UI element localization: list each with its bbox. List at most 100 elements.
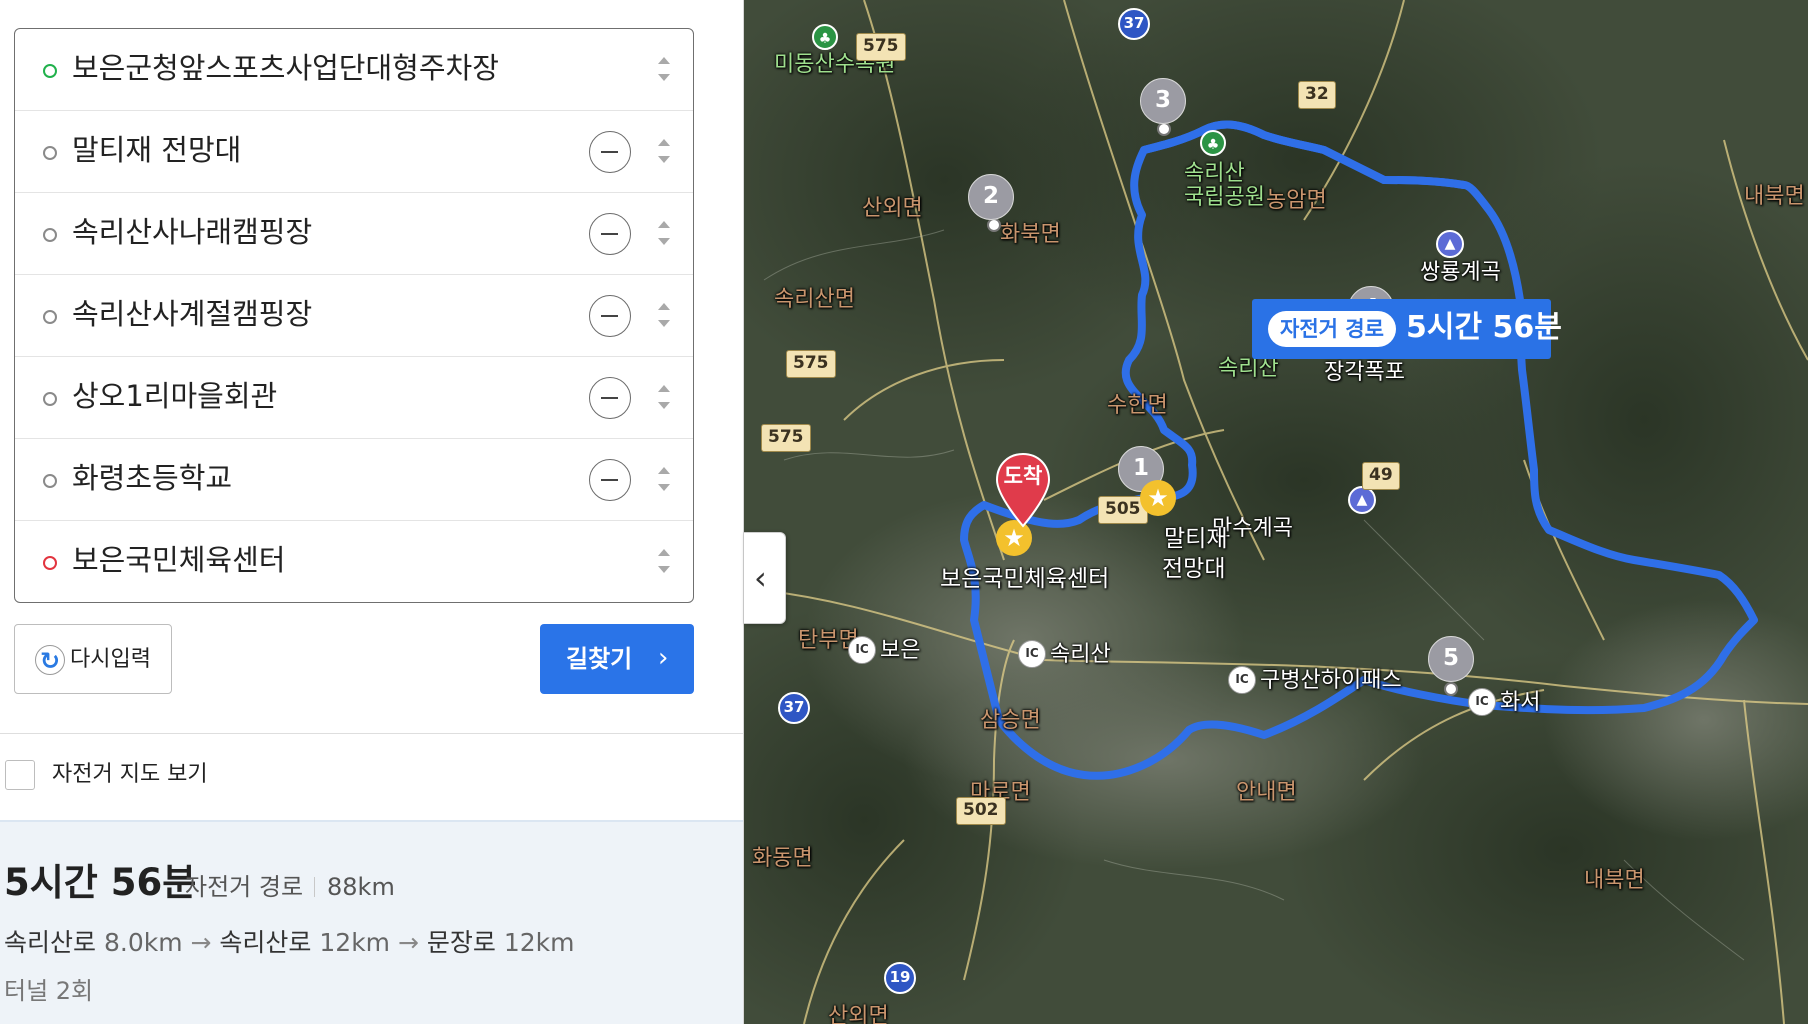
interchange-icon: IC xyxy=(1468,688,1496,716)
remove-waypoint-button[interactable] xyxy=(589,131,631,173)
waypoint-item-end[interactable]: 보은국민체육센터 xyxy=(15,521,693,602)
reorder-handle-icon[interactable] xyxy=(653,218,675,250)
waypoint-item-3[interactable]: 속리산사계절캠핑장 xyxy=(15,275,693,357)
tunnel-count: 터널 2회 xyxy=(4,977,94,1005)
waypoint-name[interactable]: 상오1리마을회관 xyxy=(72,374,277,418)
remove-waypoint-button[interactable] xyxy=(589,213,631,255)
road-name: 속리산로 xyxy=(219,928,312,957)
chevron-right-icon: › xyxy=(658,643,669,673)
route-type-pill: 자전거 경로 xyxy=(1268,311,1396,347)
area-label: 농암면 xyxy=(1266,188,1327,213)
road-shield: 575 xyxy=(761,424,811,452)
waypoint-pin-icon xyxy=(987,218,1001,232)
destination-marker[interactable]: 도착 xyxy=(995,452,1051,528)
area-label: 속리산면 xyxy=(774,287,855,312)
poi-label: 장각폭포 xyxy=(1324,360,1405,385)
waypoint-item-5[interactable]: 화령초등학교 xyxy=(15,439,693,521)
ic-label: 구병산하이패스 xyxy=(1260,668,1402,693)
ic-label: 화서 xyxy=(1500,690,1541,715)
waypoint-item-2[interactable]: 속리산사나래캠핑장 xyxy=(15,193,693,275)
bike-map-label[interactable]: 자전거 지도 보기 xyxy=(52,760,208,790)
waypoint-item-start[interactable]: 보은군청앞스포츠사업단대형주차장 xyxy=(15,29,693,111)
area-label: 내북면 xyxy=(1744,184,1805,209)
road-name: 문장로 xyxy=(426,928,496,957)
waypoint-dot-icon xyxy=(43,310,57,324)
road-sequence: 속리산로 8.0km → 속리산로 12km → 문장로 12km xyxy=(4,927,575,959)
route-summary[interactable]: 5시간 56분 자전거 경로 88km 속리산로 8.0km → 속리산로 12… xyxy=(0,820,743,1024)
remove-waypoint-button[interactable] xyxy=(589,295,631,337)
find-route-label: 길찾기 xyxy=(566,645,633,673)
valley-icon: ▲ xyxy=(1436,230,1464,258)
reorder-handle-icon[interactable] xyxy=(653,546,675,578)
area-label: 산외면 xyxy=(828,1004,889,1024)
poi-label: 속리산 xyxy=(1218,356,1279,381)
waypoint-name[interactable]: 말티재 전망대 xyxy=(72,128,241,172)
arrow-right-icon: → xyxy=(398,928,419,957)
reorder-handle-icon[interactable] xyxy=(653,382,675,414)
national-road-shield: 37 xyxy=(1118,8,1150,40)
remove-waypoint-button[interactable] xyxy=(589,459,631,501)
chevron-left-icon: ‹ xyxy=(754,559,767,597)
find-route-button[interactable]: 길찾기 › xyxy=(540,624,694,694)
refresh-icon: ↻ xyxy=(35,645,65,675)
start-dot-icon xyxy=(43,64,57,78)
waypoint-number-marker[interactable]: 5 xyxy=(1428,636,1474,682)
national-road-shield: 19 xyxy=(884,962,916,994)
route-time-badge[interactable]: 자전거 경로 5시간 56분 xyxy=(1252,299,1562,359)
road-distance: 12km xyxy=(319,928,391,957)
area-label: 산외면 xyxy=(862,196,923,221)
waypoint-number-marker[interactable]: 3 xyxy=(1140,78,1186,124)
road-shield: 32 xyxy=(1298,81,1336,109)
reorder-handle-icon[interactable] xyxy=(653,464,675,496)
poi-label: 쌍룡계곡 xyxy=(1420,260,1501,285)
road-distance: 12km xyxy=(503,928,575,957)
map-view[interactable]: 산외면 화북면 농암면 내북면 속리산면 수한면 탄부면 삼승면 마로면 안내면… xyxy=(744,0,1808,1024)
waypoint-name[interactable]: 화령초등학교 xyxy=(72,456,232,500)
poi-label: 전망대 xyxy=(1162,556,1226,582)
park-icon: ♣ xyxy=(1200,130,1226,156)
waypoint-name[interactable]: 보은군청앞스포츠사업단대형주차장 xyxy=(72,46,499,90)
poi-label: 보은국민체육센터 xyxy=(940,566,1110,592)
waypoint-name[interactable]: 속리산사나래캠핑장 xyxy=(72,210,312,254)
destination-marker-label: 도착 xyxy=(1003,464,1043,488)
ic-label: 속리산 xyxy=(1050,642,1111,667)
route-panel: 보은군청앞스포츠사업단대형주차장 말티재 전망대 속리산사나래캠핑장 속리산사계… xyxy=(0,0,744,1024)
reset-button[interactable]: ↻ 다시입력 xyxy=(14,624,172,694)
interchange-icon: IC xyxy=(1018,640,1046,668)
reorder-handle-icon[interactable] xyxy=(653,300,675,332)
reorder-handle-icon[interactable] xyxy=(653,136,675,168)
app-window: 보은군청앞스포츠사업단대형주차장 말티재 전망대 속리산사나래캠핑장 속리산사계… xyxy=(0,0,1808,1024)
waypoint-dot-icon xyxy=(43,228,57,242)
road-distance: 8.0km xyxy=(103,928,183,957)
waypoint-item-1[interactable]: 말티재 전망대 xyxy=(15,111,693,193)
waypoint-pin-icon xyxy=(1157,122,1171,136)
waypoint-item-4[interactable]: 상오1리마을회관 xyxy=(15,357,693,439)
waypoint-number-marker[interactable]: 2 xyxy=(968,174,1014,220)
waypoint-name[interactable]: 속리산사계절캠핑장 xyxy=(72,292,312,336)
national-road-shield: 37 xyxy=(778,692,810,724)
area-label: 삼승면 xyxy=(980,708,1041,733)
interchange-icon: IC xyxy=(1228,666,1256,694)
waypoint-dot-icon xyxy=(43,474,57,488)
end-dot-icon xyxy=(43,556,57,570)
waypoint-dot-icon xyxy=(43,146,57,160)
road-shield: 49 xyxy=(1362,462,1400,490)
reset-label: 다시입력 xyxy=(70,647,151,672)
valley-icon: ▲ xyxy=(1348,486,1376,514)
area-label: 수한면 xyxy=(1107,393,1168,418)
bike-map-checkbox[interactable] xyxy=(5,760,35,790)
poi-label: 말티재 xyxy=(1164,526,1228,552)
remove-waypoint-button[interactable] xyxy=(589,377,631,419)
separator xyxy=(314,877,315,897)
road-shield: 502 xyxy=(956,797,1006,825)
interchange-icon: IC xyxy=(848,636,876,664)
route-duration: 5시간 56분 xyxy=(4,861,197,904)
collapse-panel-button[interactable]: ‹ xyxy=(744,532,786,624)
waypoint-dot-icon xyxy=(43,392,57,406)
area-label: 화북면 xyxy=(1000,222,1061,247)
ic-label: 보은 xyxy=(880,638,921,663)
route-time: 5시간 56분 xyxy=(1406,310,1562,345)
reorder-handle-icon[interactable] xyxy=(653,54,675,86)
route-distance: 88km xyxy=(327,873,395,901)
waypoint-name[interactable]: 보은국민체육센터 xyxy=(72,538,285,582)
